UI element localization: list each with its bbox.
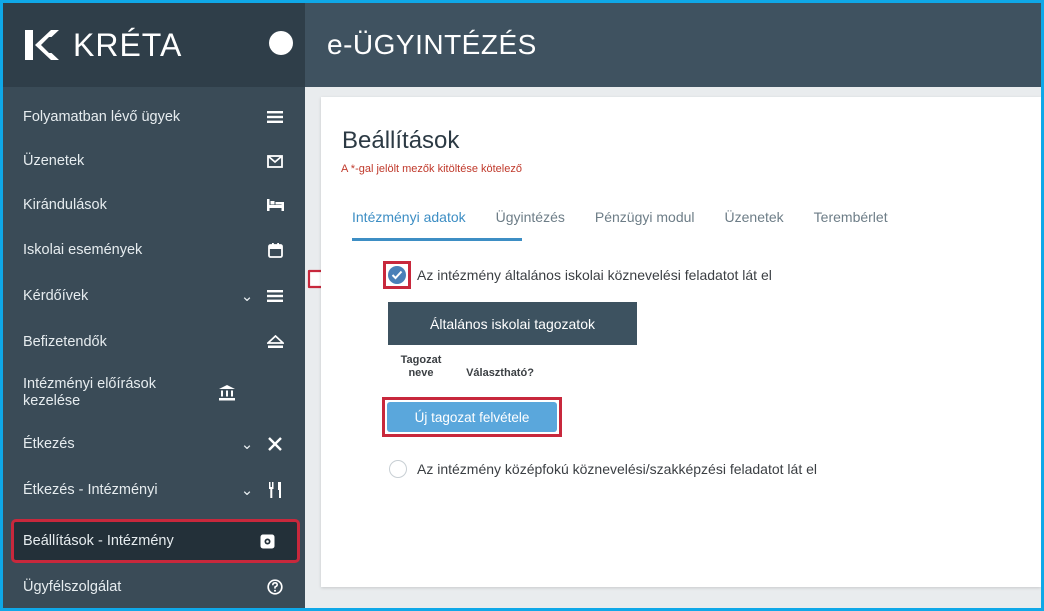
list-icon: [261, 111, 289, 123]
required-note: A *-gal jelölt mezők kitöltése kötelező: [341, 163, 522, 175]
list-icon: [261, 290, 289, 302]
cutlery-icon: [261, 482, 289, 498]
uj-tagozat-felvetele-button[interactable]: Új tagozat felvétele: [387, 402, 557, 432]
app-title: e-ÜGYINTÉZÉS: [327, 29, 537, 60]
chevron-down-icon: ⌄: [240, 482, 254, 499]
sidebar-item-label: Étkezés - Intézményi: [23, 481, 158, 498]
secondary-school-checkbox[interactable]: [389, 460, 407, 478]
sidebar-item-kirandulasok[interactable]: Kirándulások: [3, 183, 305, 227]
sidebar-item-label: Ügyfélszolgálat: [23, 578, 122, 595]
sidebar-item-befizetendok[interactable]: Befizetendők: [3, 319, 305, 365]
check-icon: [391, 270, 403, 280]
column-header-valaszthato: Választható?: [466, 367, 534, 379]
active-tab-indicator: [352, 238, 522, 241]
column-header-tagozat-neve: Tagozat neve: [400, 354, 442, 379]
sidebar-item-intezmenyi-eloirasok[interactable]: Intézményi előírások kezelése: [3, 365, 305, 421]
page-title: Beállítások: [342, 127, 460, 154]
sidebar-item-label: Folyamatban lévő ügyek: [23, 108, 181, 125]
utensils-cross-icon: [261, 436, 289, 452]
tab-ugyintezes[interactable]: Ügyintézés: [496, 209, 565, 237]
app-frame: KRÉTA Folyamatban lévő ügyek Üzenetek Ki…: [3, 3, 1041, 608]
calendar-icon: [261, 242, 289, 258]
sidebar-item-label: Iskolai események: [23, 241, 143, 258]
chevron-down-icon: ⌄: [240, 288, 254, 305]
envelope-icon: [261, 154, 289, 168]
kreta-logo-icon: [25, 30, 59, 60]
chevron-down-icon: ⌄: [240, 436, 254, 453]
sidebar-item-label: Kirándulások: [23, 196, 107, 213]
altalanos-iskolai-tagozatok-button[interactable]: Általános iskolai tagozatok: [388, 302, 637, 345]
bed-icon: [261, 199, 289, 211]
logo-bar: KRÉTA: [3, 3, 305, 87]
tab-terembrelet[interactable]: Terembérlet: [814, 209, 888, 237]
sidebar-item-folyamatban[interactable]: Folyamatban lévő ügyek: [3, 95, 305, 139]
tab-uzenetek[interactable]: Üzenetek: [725, 209, 784, 237]
sidebar-item-ugyfelszolgalat[interactable]: Ügyfélszolgálat: [3, 566, 305, 608]
tab-bar: Intézményi adatok Ügyintézés Pénzügyi mo…: [352, 209, 918, 237]
secondary-school-checkbox-row: Az intézmény középfokú köznevelési/szakk…: [389, 460, 817, 478]
primary-school-checkbox-label: Az intézmény általános iskolai köznevelé…: [417, 267, 772, 283]
sidebar-item-etkezes-intezmenyi[interactable]: Étkezés - Intézményi ⌄: [3, 467, 305, 513]
sidebar-item-label: Kérdőívek: [23, 287, 89, 304]
primary-school-checkbox[interactable]: [388, 266, 406, 284]
sidebar-item-label: Intézményi előírások kezelése: [23, 376, 156, 409]
money-icon: [261, 335, 289, 349]
tab-intezmenyi-adatok[interactable]: Intézményi adatok: [352, 209, 466, 237]
sidebar-item-label: Üzenetek: [23, 152, 85, 169]
sidebar: KRÉTA Folyamatban lévő ügyek Üzenetek Ki…: [3, 3, 305, 608]
institution-icon: [213, 385, 241, 401]
settings-icon: [253, 534, 281, 549]
logo-text: KRÉTA: [73, 26, 183, 63]
sidebar-item-etkezes[interactable]: Étkezés ⌄: [3, 421, 305, 467]
primary-school-checkbox-row: Az intézmény általános iskolai köznevelé…: [383, 261, 772, 289]
menu-toggle-dot[interactable]: [269, 31, 293, 55]
sidebar-item-iskolai-esemenyek[interactable]: Iskolai események: [3, 227, 305, 273]
topbar: e-ÜGYINTÉZÉS: [305, 3, 1041, 87]
sidebar-item-uzenetek[interactable]: Üzenetek: [3, 139, 305, 183]
settings-card: Beállítások A *-gal jelölt mezők kitölté…: [321, 97, 1041, 587]
secondary-school-checkbox-label: Az intézmény középfokú köznevelési/szakk…: [417, 461, 817, 477]
sidebar-item-label: Étkezés: [23, 435, 75, 452]
tab-penzugyi-modul[interactable]: Pénzügyi modul: [595, 209, 695, 237]
sidebar-item-kerdoivek[interactable]: Kérdőívek ⌄: [3, 273, 305, 319]
new-button-highlight: Új tagozat felvétele: [382, 397, 562, 437]
sidebar-item-beallitasok-intezmeny[interactable]: Beállítások - Intézmény: [11, 519, 300, 563]
checkbox-highlight: [383, 261, 411, 289]
sidebar-item-label: Beállítások - Intézmény: [23, 532, 174, 549]
sidebar-item-label: Befizetendők: [23, 333, 107, 350]
help-icon: [261, 579, 289, 595]
